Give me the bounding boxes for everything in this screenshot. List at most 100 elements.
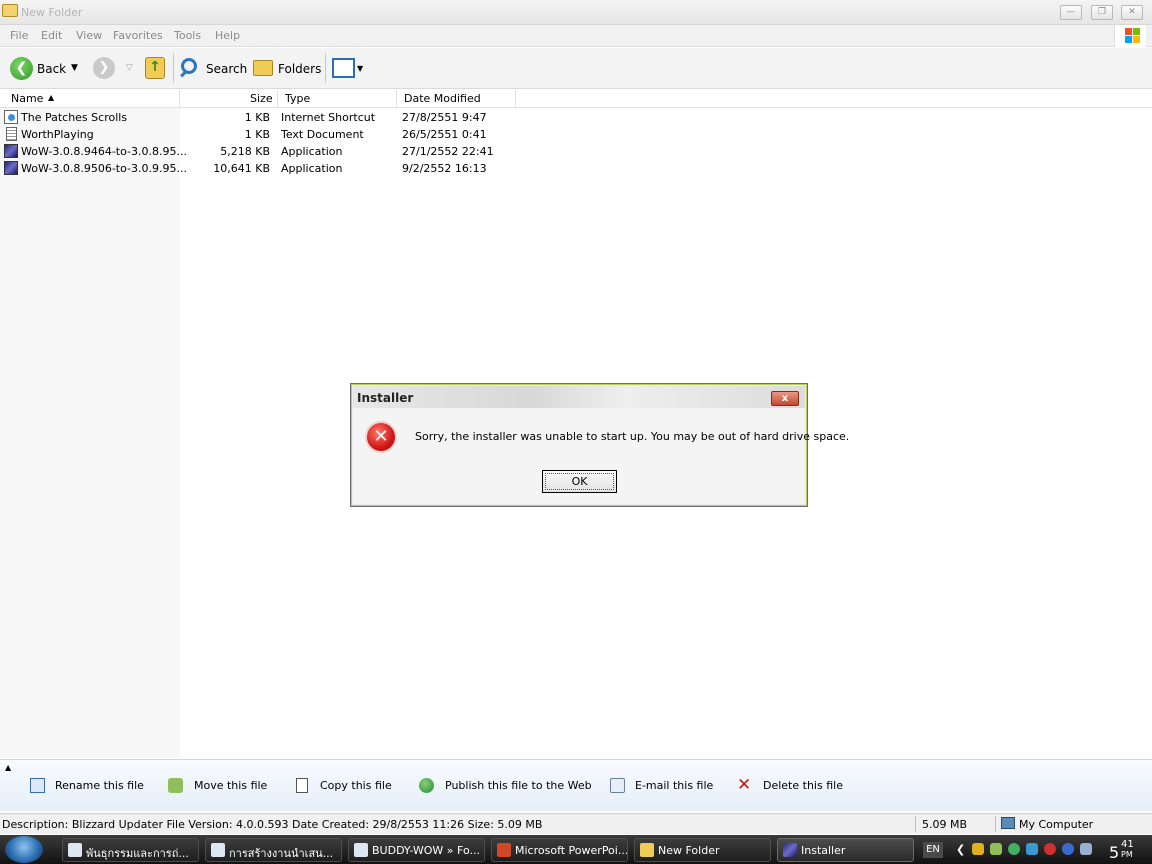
column-divider[interactable] <box>277 90 278 108</box>
copy-file-link[interactable]: Copy this file <box>320 779 392 792</box>
clock[interactable]: 5 41 PM <box>1106 837 1146 862</box>
back-button[interactable]: ❮ Back <box>8 54 66 82</box>
back-history-dropdown-icon[interactable]: ▼ <box>71 63 78 73</box>
globe-icon <box>419 778 434 793</box>
column-type[interactable]: Type <box>285 92 310 105</box>
column-divider[interactable] <box>396 90 397 108</box>
name-column-highlight <box>0 108 180 758</box>
back-arrow-icon: ❮ <box>10 57 33 80</box>
back-label: Back <box>37 62 67 76</box>
collapse-arrow-icon[interactable]: ▲ <box>5 763 11 772</box>
taskbar-item-label: New Folder <box>658 844 720 857</box>
file-date: 9/2/2552 16:13 <box>402 162 487 175</box>
file-size: 1 KB <box>244 111 270 124</box>
column-size[interactable]: Size <box>250 92 273 105</box>
file-type: Application <box>281 145 343 158</box>
menu-favorites[interactable]: Favorites <box>113 29 163 42</box>
internet-shortcut-icon <box>4 110 18 124</box>
restore-button[interactable]: ❐ <box>1091 5 1113 20</box>
folders-button[interactable]: Folders <box>251 54 322 82</box>
windows-taskbar: พันธุกรรมและการถ่... การสร้างงานนำเสน...… <box>0 835 1152 864</box>
rename-file-link[interactable]: Rename this file <box>55 779 144 792</box>
dialog-title-bar[interactable]: Installer x <box>353 386 805 408</box>
column-divider[interactable] <box>179 90 180 108</box>
document-icon <box>68 843 82 857</box>
copy-icon <box>296 778 308 793</box>
file-row[interactable]: WoW-3.0.8.9464-to-3.0.8.95... 5,218 KB A… <box>0 143 520 160</box>
taskbar-item[interactable]: Microsoft PowerPoi... <box>491 838 628 862</box>
folder-icon <box>2 4 18 17</box>
folder-icon <box>640 843 654 857</box>
tray-icon[interactable] <box>1008 843 1020 855</box>
column-header-row: Name ▲ Size Type Date Modified <box>0 90 1152 108</box>
publish-file-link[interactable]: Publish this file to the Web <box>445 779 592 792</box>
menu-tools[interactable]: Tools <box>174 29 201 42</box>
taskbar-item[interactable]: New Folder <box>634 838 771 862</box>
delete-icon: ✕ <box>737 775 752 795</box>
taskbar-item-label: พันธุกรรมและการถ่... <box>86 847 189 860</box>
ok-button[interactable]: OK <box>542 470 617 493</box>
rename-icon <box>30 778 45 793</box>
move-file-link[interactable]: Move this file <box>194 779 267 792</box>
file-name: WoW-3.0.8.9464-to-3.0.8.95... <box>21 145 187 158</box>
tray-icon[interactable] <box>972 843 984 855</box>
views-icon <box>332 58 355 78</box>
menu-file[interactable]: File <box>10 29 28 42</box>
tray-icon[interactable] <box>1062 843 1074 855</box>
taskbar-item[interactable]: Installer <box>777 838 914 862</box>
taskbar-item[interactable]: BUDDY-WOW » Fo... <box>348 838 485 862</box>
start-button[interactable] <box>5 836 43 863</box>
menu-help[interactable]: Help <box>215 29 240 42</box>
clock-minute: 41 <box>1121 839 1134 850</box>
text-document-icon <box>6 127 17 141</box>
file-row[interactable]: WoW-3.0.8.9506-to-3.0.9.95... 10,641 KB … <box>0 160 520 177</box>
toolbar-separator <box>325 53 326 83</box>
taskbar-item-label: Installer <box>801 844 846 857</box>
move-icon <box>168 778 183 793</box>
clock-hour: 5 <box>1109 843 1120 862</box>
close-button[interactable]: ✕ <box>1121 5 1143 20</box>
minimize-button[interactable]: — <box>1060 5 1082 20</box>
forward-button[interactable]: ❯ <box>93 57 115 79</box>
taskbar-item[interactable]: การสร้างงานนำเสน... <box>205 838 342 862</box>
status-location: My Computer <box>1019 818 1094 831</box>
column-divider[interactable] <box>515 90 516 108</box>
standard-toolbar: ❮ Back ▼ ❯ ▽ ↑ Search Folders ▼ <box>0 48 1152 89</box>
tray-icon[interactable] <box>990 843 1002 855</box>
show-hidden-icons-icon[interactable]: ❮ <box>956 843 965 856</box>
status-description: Description: Blizzard Updater File Versi… <box>2 818 543 831</box>
search-button[interactable]: Search <box>178 54 247 82</box>
explorer-title-bar[interactable]: New Folder — ❐ ✕ <box>0 0 1152 25</box>
file-date: 27/1/2552 22:41 <box>402 145 494 158</box>
tray-icon[interactable] <box>1044 843 1056 855</box>
menu-edit[interactable]: Edit <box>41 29 62 42</box>
file-name: WoW-3.0.8.9506-to-3.0.9.95... <box>21 162 187 175</box>
window-title: New Folder <box>21 6 83 19</box>
views-button[interactable]: ▼ <box>331 58 365 80</box>
delete-file-link[interactable]: Delete this file <box>763 779 843 792</box>
file-size: 5,218 KB <box>220 145 270 158</box>
toolbar-separator <box>173 53 174 83</box>
clock-ampm: PM <box>1121 850 1133 859</box>
tray-icon[interactable] <box>1026 843 1038 855</box>
column-name[interactable]: Name <box>11 92 43 105</box>
taskbar-item-label: BUDDY-WOW » Fo... <box>372 844 480 857</box>
forward-history-dropdown-icon[interactable]: ▽ <box>126 63 133 73</box>
application-icon <box>783 843 797 857</box>
column-date-modified[interactable]: Date Modified <box>404 92 481 105</box>
language-indicator[interactable]: EN <box>923 842 943 858</box>
email-file-link[interactable]: E-mail this file <box>635 779 713 792</box>
file-type: Internet Shortcut <box>281 111 376 124</box>
file-row[interactable]: The Patches Scrolls 1 KB Internet Shortc… <box>0 109 520 126</box>
up-folder-icon[interactable]: ↑ <box>145 57 165 79</box>
taskbar-item[interactable]: พันธุกรรมและการถ่... <box>62 838 199 862</box>
folders-label: Folders <box>278 62 322 76</box>
file-name: The Patches Scrolls <box>21 111 128 124</box>
menu-view[interactable]: View <box>76 29 102 42</box>
powerpoint-icon <box>497 843 511 857</box>
file-row[interactable]: WorthPlaying 1 KB Text Document 26/5/255… <box>0 126 520 143</box>
volume-icon[interactable] <box>1080 843 1092 855</box>
error-icon: ✕ <box>365 421 397 453</box>
dialog-close-button[interactable]: x <box>771 391 799 406</box>
computer-icon <box>1001 817 1015 829</box>
